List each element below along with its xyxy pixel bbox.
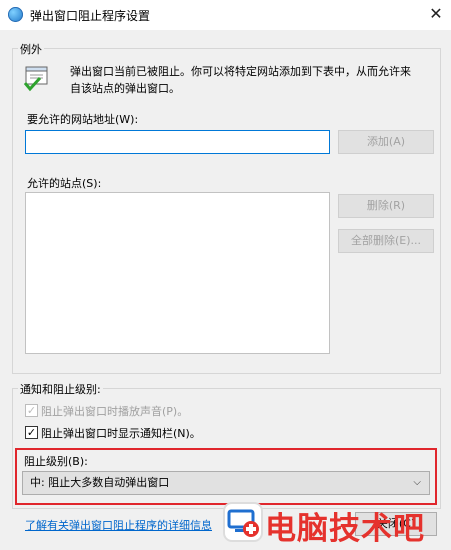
exceptions-group-label: 例外 bbox=[18, 41, 44, 57]
address-label: 要允许的网站地址(W): bbox=[27, 113, 139, 126]
watermark: 电脑技术吧 bbox=[225, 502, 451, 547]
learn-more-link[interactable]: 了解有关弹出窗口阻止程序的详细信息 bbox=[25, 517, 212, 533]
address-input[interactable] bbox=[25, 130, 330, 154]
block-level-value: 中: 阻止大多数自动弹出窗口 bbox=[30, 476, 170, 489]
chevron-down-icon: ⌵ bbox=[413, 477, 421, 488]
info-text: 弹出窗口当前已被阻止。你可以将特定网站添加到下表中，从而允许来自该站点的弹出窗口… bbox=[70, 65, 411, 95]
watermark-text: 电脑技术吧 bbox=[265, 511, 425, 547]
notification-bar-label: 阻止弹出窗口时显示通知栏(N)。 bbox=[41, 427, 201, 440]
add-button[interactable]: 添加(A) bbox=[338, 130, 434, 154]
window-title: 弹出窗口阻止程序设置 bbox=[30, 9, 151, 23]
sound-label: 阻止弹出窗口时播放声音(P)。 bbox=[41, 405, 189, 418]
remove-button[interactable]: 删除(R) bbox=[338, 194, 434, 218]
close-window-button[interactable]: ✕ bbox=[426, 4, 446, 24]
allowed-sites-label: 允许的站点(S): bbox=[27, 177, 102, 190]
watermark-logo-icon bbox=[225, 504, 261, 540]
remove-all-button[interactable]: 全部删除(E)... bbox=[338, 229, 434, 253]
title-bar: 弹出窗口阻止程序设置 ✕ bbox=[0, 0, 451, 30]
notify-group-label: 通知和阻止级别: bbox=[18, 381, 103, 397]
allowed-sites-list[interactable] bbox=[25, 192, 330, 354]
ie-globe-icon bbox=[8, 7, 23, 22]
block-level-label: 阻止级别(B): bbox=[24, 455, 88, 468]
popup-checkmark-icon bbox=[23, 66, 49, 92]
notification-bar-checkbox[interactable]: ✓ bbox=[25, 426, 38, 439]
sound-checkbox[interactable]: ✓ bbox=[25, 404, 38, 417]
block-level-select[interactable]: 中: 阻止大多数自动弹出窗口 ⌵ bbox=[22, 471, 430, 495]
